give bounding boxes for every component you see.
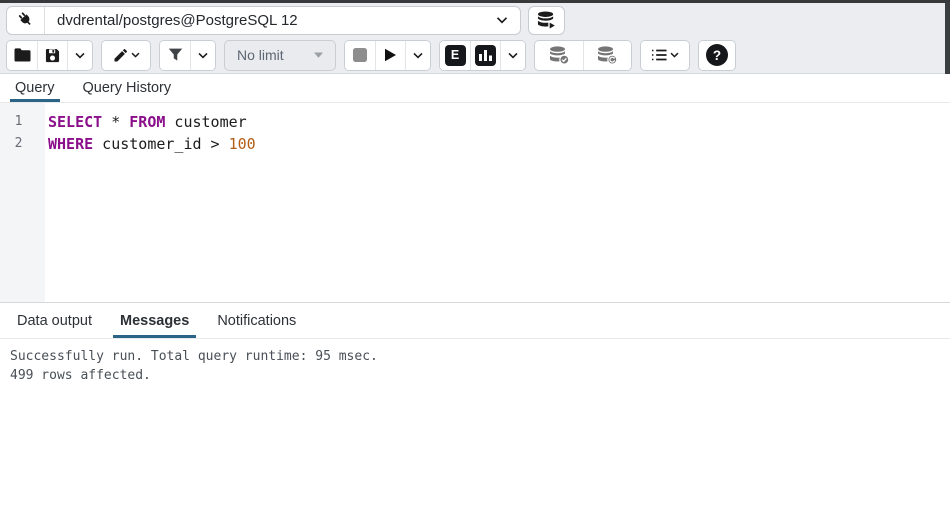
editor-gutter: 1 2	[0, 103, 45, 302]
commit-database-check-icon	[549, 46, 570, 65]
help-button-group: ?	[698, 40, 736, 71]
open-file-icon	[14, 48, 31, 62]
filter-icon	[168, 48, 183, 62]
chevron-down-icon	[198, 52, 208, 59]
adjacent-panel-edge	[945, 3, 950, 74]
explain-analyze-button[interactable]	[470, 41, 500, 70]
edit-pencil-icon	[113, 48, 128, 63]
tab-notifications-label: Notifications	[217, 313, 296, 329]
chevron-down-icon	[131, 52, 140, 58]
new-connection-button[interactable]	[528, 6, 565, 35]
sql-editor[interactable]: 1 2 SELECT * FROM customer WHERE custome…	[0, 103, 950, 302]
filter-dropdown-button[interactable]	[190, 41, 215, 70]
message-runtime: Successfully run. Total query runtime: 9…	[10, 348, 950, 367]
execute-dropdown-button[interactable]	[405, 41, 430, 70]
messages-panel: Successfully run. Total query runtime: 9…	[0, 339, 950, 385]
query-tabbar: Query Query History	[0, 74, 950, 103]
tab-query-history[interactable]: Query History	[78, 74, 177, 102]
connection-header: dvdrental/postgres@PostgreSQL 12	[0, 3, 950, 37]
chevron-down-icon	[496, 16, 508, 24]
connection-select-caret[interactable]	[490, 16, 520, 24]
macros-list-icon	[651, 48, 667, 62]
execute-button-group	[344, 40, 431, 71]
tab-messages[interactable]: Messages	[113, 303, 196, 338]
tab-data-output[interactable]: Data output	[10, 303, 99, 338]
filter-button[interactable]	[160, 41, 190, 70]
tab-query-label: Query	[15, 80, 55, 96]
commit-button[interactable]	[535, 41, 583, 70]
chevron-down-icon	[75, 52, 85, 59]
connection-select-group: dvdrental/postgres@PostgreSQL 12	[6, 6, 521, 35]
explain-button-group: E	[439, 40, 526, 71]
line-number: 1	[0, 111, 45, 133]
stop-icon	[353, 48, 367, 62]
chevron-down-icon	[508, 52, 518, 59]
row-limit-value: No limit	[237, 47, 284, 63]
chevron-down-icon	[314, 52, 323, 58]
tab-messages-label: Messages	[120, 313, 189, 329]
open-file-button[interactable]	[7, 41, 37, 70]
message-rows-affected: 499 rows affected.	[10, 367, 950, 386]
execute-button[interactable]	[375, 41, 405, 70]
save-icon	[45, 48, 60, 63]
macros-button-group	[640, 40, 690, 71]
rollback-database-undo-icon	[597, 46, 618, 65]
file-button-group	[6, 40, 93, 71]
explain-icon: E	[445, 45, 466, 66]
edit-button-group	[101, 40, 151, 71]
help-button[interactable]: ?	[699, 41, 735, 70]
filter-button-group	[159, 40, 216, 71]
chevron-down-icon	[670, 52, 679, 58]
tab-notifications[interactable]: Notifications	[210, 303, 303, 338]
edit-dropdown-button[interactable]	[102, 41, 150, 70]
chevron-down-icon	[413, 52, 423, 59]
code-line-1: SELECT * FROM customer	[48, 111, 950, 133]
connection-status-button[interactable]	[7, 7, 45, 34]
row-limit-select[interactable]: No limit	[224, 40, 336, 71]
query-toolbar: No limit E	[0, 37, 950, 74]
transaction-button-group	[534, 40, 632, 71]
new-connection-database-icon	[537, 11, 556, 30]
tab-query-history-label: Query History	[83, 80, 172, 96]
execute-play-icon	[384, 48, 397, 62]
connection-plug-icon	[16, 10, 36, 30]
stop-button[interactable]	[345, 41, 375, 70]
tab-data-output-label: Data output	[17, 313, 92, 329]
rollback-button[interactable]	[583, 41, 631, 70]
code-line-2: WHERE customer_id > 100	[48, 133, 950, 155]
explain-dropdown-button[interactable]	[500, 41, 525, 70]
tab-query[interactable]: Query	[10, 74, 60, 102]
macros-dropdown-button[interactable]	[641, 41, 689, 70]
output-tabbar: Data output Messages Notifications	[0, 303, 950, 339]
editor-code-area[interactable]: SELECT * FROM customer WHERE customer_id…	[45, 103, 950, 302]
explain-analyze-chart-icon	[475, 45, 496, 66]
explain-button[interactable]: E	[440, 41, 470, 70]
save-dropdown-button[interactable]	[67, 41, 92, 70]
save-button[interactable]	[37, 41, 67, 70]
connection-select-value[interactable]: dvdrental/postgres@PostgreSQL 12	[45, 12, 490, 29]
line-number: 2	[0, 133, 45, 155]
help-icon: ?	[706, 44, 728, 66]
